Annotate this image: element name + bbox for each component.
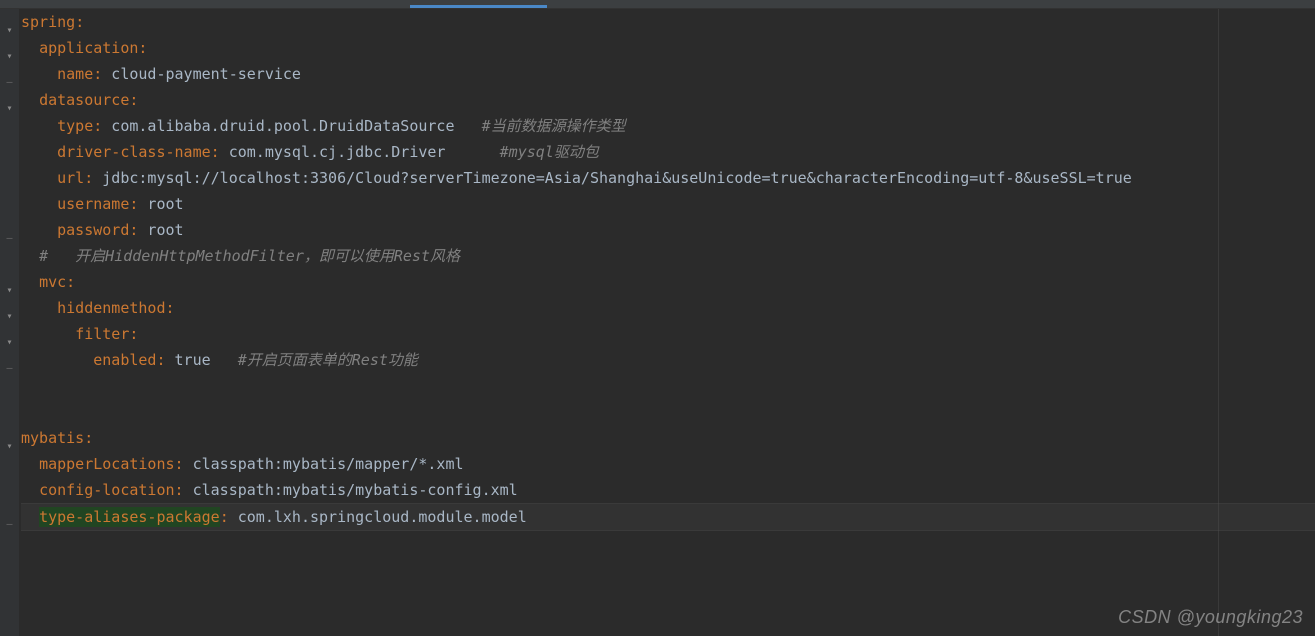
code-lines[interactable]: spring: application: name: cloud-payment… xyxy=(19,9,1315,531)
fold-toggle-icon[interactable] xyxy=(4,51,15,62)
fold-toggle-icon[interactable] xyxy=(4,103,15,114)
yaml-value: root xyxy=(138,221,183,239)
yaml-key: spring xyxy=(21,13,75,31)
code-line[interactable]: password: root xyxy=(21,217,1315,243)
yaml-value: com.lxh.springcloud.module.model xyxy=(229,508,527,526)
yaml-key: name xyxy=(57,65,93,83)
code-line[interactable]: config-location: classpath:mybatis/mybat… xyxy=(21,477,1315,503)
code-line[interactable]: type: com.alibaba.druid.pool.DruidDataSo… xyxy=(21,113,1315,139)
yaml-key: username xyxy=(57,195,129,213)
code-line-blank[interactable] xyxy=(21,373,1315,399)
yaml-comment: # 开启HiddenHttpMethodFilter，即可以使用Rest风格 xyxy=(39,247,460,265)
code-line[interactable]: enabled: true #开启页面表单的Rest功能 xyxy=(21,347,1315,373)
yaml-value: com.alibaba.druid.pool.DruidDataSource xyxy=(102,117,481,135)
yaml-key: application xyxy=(39,39,138,57)
yaml-key: type-aliases-package xyxy=(39,507,220,527)
code-line-blank[interactable] xyxy=(21,399,1315,425)
fold-toggle-icon[interactable] xyxy=(4,25,15,36)
yaml-value: jdbc:mysql://localhost:3306/Cloud?server… xyxy=(93,169,1132,187)
code-line[interactable]: mapperLocations: classpath:mybatis/mappe… xyxy=(21,451,1315,477)
code-line[interactable]: filter: xyxy=(21,321,1315,347)
fold-toggle-icon[interactable] xyxy=(4,441,15,452)
yaml-key: filter xyxy=(75,325,129,343)
code-line[interactable]: driver-class-name: com.mysql.cj.jdbc.Dri… xyxy=(21,139,1315,165)
fold-toggle-icon[interactable] xyxy=(4,337,15,348)
code-line[interactable]: application: xyxy=(21,35,1315,61)
fold-toggle-icon[interactable] xyxy=(4,285,15,296)
yaml-value: com.mysql.cj.jdbc.Driver xyxy=(220,143,500,161)
yaml-key: url xyxy=(57,169,84,187)
yaml-key: datasource xyxy=(39,91,129,109)
editor-tabbar[interactable] xyxy=(0,0,1315,9)
code-line[interactable]: # 开启HiddenHttpMethodFilter，即可以使用Rest风格 xyxy=(21,243,1315,269)
gutter[interactable] xyxy=(0,9,19,636)
yaml-value: classpath:mybatis/mapper/*.xml xyxy=(184,455,464,473)
yaml-key: type xyxy=(57,117,93,135)
editor-outer: spring: application: name: cloud-payment… xyxy=(0,9,1315,636)
fold-end-icon xyxy=(4,363,15,374)
code-line[interactable]: mvc: xyxy=(21,269,1315,295)
yaml-comment: #当前数据源操作类型 xyxy=(482,117,626,135)
code-line[interactable]: url: jdbc:mysql://localhost:3306/Cloud?s… xyxy=(21,165,1315,191)
yaml-key: mapperLocations xyxy=(39,455,174,473)
yaml-key: config-location xyxy=(39,481,174,499)
code-line[interactable]: spring: xyxy=(21,9,1315,35)
yaml-comment: #mysql驱动包 xyxy=(500,143,599,161)
code-line[interactable]: type-aliases-package: com.lxh.springclou… xyxy=(21,503,1315,531)
fold-toggle-icon[interactable] xyxy=(4,311,15,322)
yaml-key: mybatis xyxy=(21,429,84,447)
yaml-key: password xyxy=(57,221,129,239)
code-line[interactable]: mybatis: xyxy=(21,425,1315,451)
yaml-value: root xyxy=(138,195,183,213)
fold-end-icon xyxy=(4,77,15,88)
code-line[interactable]: username: root xyxy=(21,191,1315,217)
fold-end-icon xyxy=(4,519,15,530)
code-line[interactable]: hiddenmethod: xyxy=(21,295,1315,321)
yaml-key: enabled xyxy=(93,351,156,369)
code-panel[interactable]: spring: application: name: cloud-payment… xyxy=(19,9,1315,636)
code-line[interactable]: name: cloud-payment-service xyxy=(21,61,1315,87)
yaml-value: cloud-payment-service xyxy=(102,65,301,83)
fold-end-icon xyxy=(4,233,15,244)
right-margin-guide xyxy=(1218,9,1219,636)
yaml-value: classpath:mybatis/mybatis-config.xml xyxy=(184,481,518,499)
code-line[interactable]: datasource: xyxy=(21,87,1315,113)
yaml-key: driver-class-name xyxy=(57,143,211,161)
yaml-comment: #开启页面表单的Rest功能 xyxy=(238,351,418,369)
watermark: CSDN @youngking23 xyxy=(1118,607,1303,628)
yaml-value: true xyxy=(166,351,238,369)
yaml-key: hiddenmethod xyxy=(57,299,165,317)
yaml-key: mvc xyxy=(39,273,66,291)
